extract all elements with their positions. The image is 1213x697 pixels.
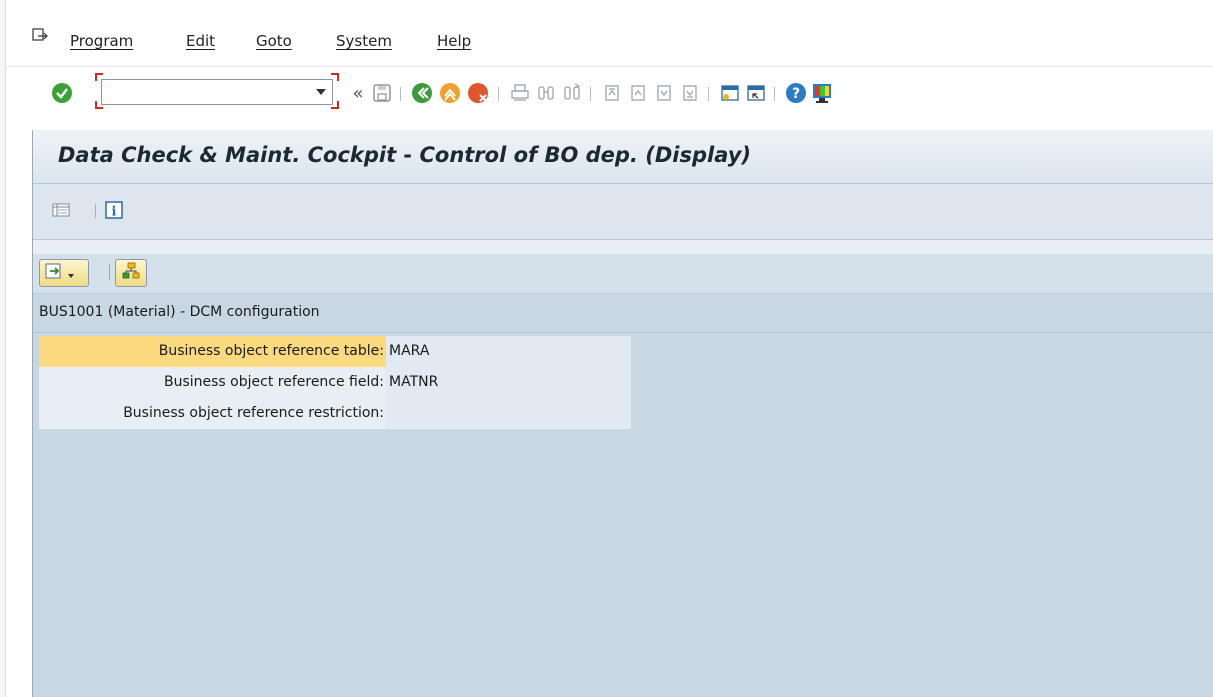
toolbar-separator	[95, 204, 96, 218]
menu-bar: Program Edit Goto System Help	[6, 0, 1213, 66]
help-icon[interactable]: ?	[784, 81, 808, 105]
menu-help[interactable]: Help	[437, 32, 471, 50]
divider	[33, 332, 1213, 333]
command-input[interactable]	[106, 82, 296, 102]
field-label: Business object reference table:	[39, 336, 386, 367]
svg-text:i: i	[112, 205, 117, 220]
configuration-form: Business object reference table: MARA Bu…	[39, 336, 633, 429]
application-toolbar: i	[33, 184, 1213, 240]
title-bar: Data Check & Maint. Cockpit - Control of…	[33, 130, 1213, 184]
command-field[interactable]	[95, 73, 339, 109]
info-icon[interactable]: i	[105, 201, 123, 219]
system-toolbar: « ?	[6, 66, 1213, 120]
content-toolbar	[33, 254, 1213, 294]
find-icon[interactable]	[534, 81, 558, 105]
last-page-icon[interactable]	[678, 81, 702, 105]
command-box[interactable]	[101, 79, 333, 105]
first-page-icon[interactable]	[600, 81, 624, 105]
form-row: Business object reference restriction:	[39, 398, 633, 429]
svg-text:?: ?	[792, 86, 800, 102]
create-session-icon[interactable]	[718, 81, 742, 105]
menu-exit-icon[interactable]	[32, 28, 48, 44]
field-label: Business object reference field:	[39, 367, 386, 398]
menu-system[interactable]: System	[336, 32, 392, 50]
section-title: BUS1001 (Material) - DCM configuration	[39, 304, 320, 320]
export-dropdown-icon	[44, 261, 84, 285]
field-value[interactable]: MATNR	[386, 367, 631, 398]
next-page-icon[interactable]	[652, 81, 676, 105]
toolbar-separator	[774, 87, 775, 101]
menu-program[interactable]: Program	[70, 32, 133, 50]
exit-icon[interactable]	[438, 81, 462, 105]
save-icon[interactable]	[370, 81, 394, 105]
field-value[interactable]: MARA	[386, 336, 631, 367]
export-dropdown-button[interactable]	[39, 259, 89, 287]
form-row: Business object reference table: MARA	[39, 336, 633, 367]
chevron-down-icon[interactable]	[316, 89, 326, 95]
toolbar-separator	[590, 87, 591, 101]
find-next-icon[interactable]	[560, 81, 584, 105]
menu-edit[interactable]: Edit	[186, 32, 215, 50]
shortcut-icon[interactable]	[744, 81, 768, 105]
toolbar-separator	[109, 264, 110, 280]
back-icon[interactable]	[410, 81, 434, 105]
previous-page-icon[interactable]	[626, 81, 650, 105]
field-label: Business object reference restriction:	[39, 398, 386, 429]
main-window: Data Check & Maint. Cockpit - Control of…	[32, 130, 1213, 697]
toolbar-separator	[400, 87, 401, 101]
toolbar-separator	[498, 87, 499, 101]
menu-goto[interactable]: Goto	[256, 32, 292, 50]
cancel-icon[interactable]	[466, 81, 490, 105]
page-title: Data Check & Maint. Cockpit - Control of…	[58, 143, 752, 167]
separator-strip	[33, 240, 1213, 254]
field-value[interactable]	[386, 398, 631, 429]
content-area: BUS1001 (Material) - DCM configuration B…	[33, 254, 1213, 697]
object-hierarchy-button[interactable]	[115, 259, 147, 287]
toolbar-separator	[708, 87, 709, 101]
object-hierarchy-icon	[121, 261, 141, 285]
form-row: Business object reference field: MATNR	[39, 367, 633, 398]
enter-icon[interactable]	[50, 81, 74, 105]
customize-layout-icon[interactable]	[810, 81, 834, 105]
layout-list-icon[interactable]	[52, 201, 70, 219]
print-icon[interactable]	[508, 81, 532, 105]
collapse-icon[interactable]: «	[346, 81, 370, 105]
